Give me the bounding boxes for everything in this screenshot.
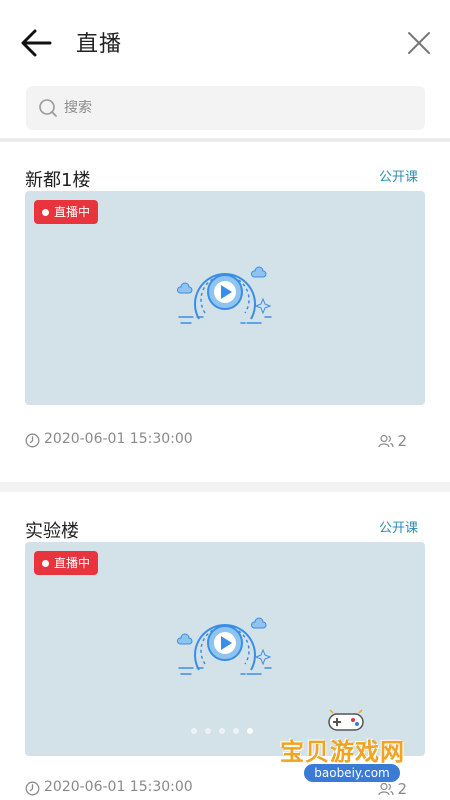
search-icon [39,99,57,117]
start-time: 2020-06-01 15:30:00 [44,779,193,795]
back-button[interactable] [20,28,52,58]
app-header: 直播 [0,0,450,84]
viewer-count: 2 [397,432,407,450]
carousel-dot[interactable] [233,728,239,734]
search-input[interactable] [64,86,404,130]
room-name: 实验楼 [25,521,79,542]
close-button[interactable] [406,30,432,56]
course-type-link[interactable]: 公开课 [379,166,418,185]
site-watermark: 宝贝游戏网 baobeiy.com [270,706,430,796]
section-divider [0,482,450,492]
live-dot-icon [42,208,49,216]
live-status-text: 直播中 [54,205,91,219]
watermark-title: 宝贝游戏网 [280,738,405,766]
users-icon [378,434,395,448]
start-time: 2020-06-01 15:30:00 [44,431,193,447]
carousel-dots[interactable] [191,728,253,734]
carousel-dot[interactable] [191,728,197,734]
clock-icon [25,433,40,448]
clock-icon [25,781,40,796]
room-meta: 2020-06-01 15:30:00 2 [25,431,425,451]
watermark-url: baobeiy.com [304,764,400,782]
play-icon [176,266,272,324]
live-status-text: 直播中 [54,556,91,570]
room-name: 新都1楼 [25,170,91,191]
header-divider [0,138,450,142]
live-status-badge: 直播中 [34,551,99,575]
live-room-card[interactable]: 新都1楼 公开课 直播中 2020-06-01 15:30:00 2 [0,166,450,466]
carousel-dot[interactable] [219,728,225,734]
close-icon [408,32,430,54]
search-bar[interactable] [26,86,425,130]
live-dot-icon [42,559,49,567]
arrow-left-icon [21,29,52,57]
viewer-count-group: 2 [378,431,407,451]
play-icon [176,617,272,675]
live-thumbnail[interactable]: 直播中 [25,191,425,405]
gamepad-icon [328,709,364,731]
course-type-link[interactable]: 公开课 [379,517,418,536]
live-status-badge: 直播中 [34,200,99,224]
carousel-dot[interactable] [205,728,211,734]
page-title: 直播 [76,32,123,57]
carousel-dot[interactable] [247,728,253,734]
